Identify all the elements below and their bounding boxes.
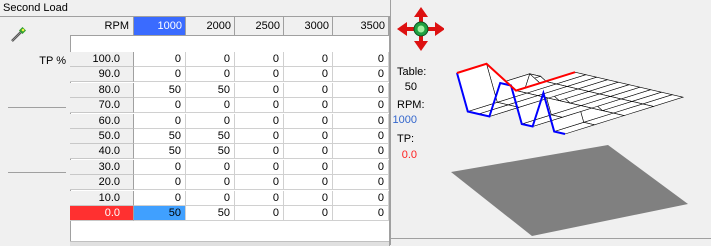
- row-header[interactable]: 80.0: [70, 82, 134, 98]
- table-cell[interactable]: 50: [134, 82, 186, 98]
- row-header[interactable]: 60.0: [70, 113, 134, 129]
- table-cell[interactable]: 50: [134, 206, 186, 221]
- table-cell[interactable]: 50: [134, 129, 186, 144]
- table-cell[interactable]: 0: [134, 52, 186, 67]
- table-cell[interactable]: 0: [333, 175, 389, 191]
- table-cell[interactable]: 0: [284, 113, 333, 129]
- row-header[interactable]: 30.0: [70, 159, 134, 175]
- window-title: Second Load: [3, 2, 68, 14]
- table-cell[interactable]: 0: [186, 159, 235, 175]
- table-side-panel: TP %: [0, 17, 71, 246]
- row-header[interactable]: 50.0: [70, 129, 134, 144]
- table-cell[interactable]: 0: [284, 190, 333, 206]
- divider: [391, 238, 711, 239]
- table-cell[interactable]: 0: [235, 52, 284, 67]
- table-cell[interactable]: 0: [186, 190, 235, 206]
- table-cell[interactable]: 0: [235, 144, 284, 160]
- table-cell[interactable]: 0: [284, 67, 333, 83]
- table-cell[interactable]: 0: [235, 82, 284, 98]
- table-cell[interactable]: 0: [235, 67, 284, 83]
- divider: [8, 172, 66, 173]
- wand-icon[interactable]: [10, 26, 27, 46]
- table-cell[interactable]: 0: [333, 190, 389, 206]
- table-cell[interactable]: 0: [284, 82, 333, 98]
- table-cell[interactable]: 0: [134, 113, 186, 129]
- table-cell[interactable]: 0: [235, 206, 284, 221]
- table-cell[interactable]: 0: [235, 175, 284, 191]
- table-cell[interactable]: 0: [284, 52, 333, 67]
- row-header[interactable]: 100.0: [70, 52, 134, 67]
- 3d-surface-graph[interactable]: [391, 0, 711, 240]
- table-cell[interactable]: 0: [284, 98, 333, 114]
- table-cell[interactable]: 50: [186, 82, 235, 98]
- table-cell[interactable]: 0: [284, 159, 333, 175]
- table-cell[interactable]: 0: [284, 175, 333, 191]
- column-header[interactable]: 3500: [333, 17, 389, 36]
- horizontal-scrollbar[interactable]: [70, 241, 389, 246]
- graph-panel: Table: 50 RPM: 1000 TP: 0.0: [390, 0, 711, 245]
- table-cell[interactable]: 0: [186, 175, 235, 191]
- divider: [8, 107, 66, 108]
- table-cell[interactable]: 50: [186, 129, 235, 144]
- table-cell[interactable]: 0: [333, 159, 389, 175]
- table-cell[interactable]: 50: [134, 144, 186, 160]
- table-cell[interactable]: 0: [333, 129, 389, 144]
- table-cell[interactable]: 0: [235, 98, 284, 114]
- table-cell[interactable]: 0: [186, 52, 235, 67]
- row-header[interactable]: 40.0: [70, 144, 134, 160]
- table-cell[interactable]: 0: [235, 113, 284, 129]
- table-cell[interactable]: 0: [284, 129, 333, 144]
- column-header[interactable]: 3000: [284, 17, 333, 36]
- table-cell[interactable]: 0: [235, 190, 284, 206]
- table-cell[interactable]: 0: [186, 98, 235, 114]
- table-cell[interactable]: 50: [186, 144, 235, 160]
- table-cell[interactable]: 0: [284, 144, 333, 160]
- table-cell[interactable]: 0: [134, 175, 186, 191]
- row-header[interactable]: 0.0: [70, 206, 134, 221]
- table-cell[interactable]: 0: [186, 113, 235, 129]
- table-cell[interactable]: 0: [284, 206, 333, 221]
- table-cell[interactable]: 50: [186, 206, 235, 221]
- row-header[interactable]: 10.0: [70, 190, 134, 206]
- table-cell[interactable]: 0: [333, 206, 389, 221]
- table-cell[interactable]: 0: [333, 98, 389, 114]
- column-header[interactable]: 2500: [235, 17, 284, 36]
- row-header[interactable]: 70.0: [70, 98, 134, 114]
- table-cell[interactable]: 0: [333, 52, 389, 67]
- column-header[interactable]: 1000: [134, 17, 186, 36]
- table-cell[interactable]: 0: [134, 159, 186, 175]
- tp-axis-label: TP %: [39, 55, 66, 67]
- table-cell[interactable]: 0: [134, 67, 186, 83]
- surface-shadow: [451, 145, 688, 236]
- row-header[interactable]: 20.0: [70, 175, 134, 191]
- rpm-axis-label: RPM: [70, 17, 134, 36]
- table-panel: TP % RPM 1000 2000 2500 3000 3500 100.0 0 0 0 0 0 9…: [0, 16, 390, 246]
- table-cell[interactable]: 0: [235, 159, 284, 175]
- table-cell[interactable]: 0: [134, 190, 186, 206]
- table-cell[interactable]: 0: [186, 67, 235, 83]
- column-header[interactable]: 2000: [186, 17, 235, 36]
- table-cell[interactable]: 0: [235, 129, 284, 144]
- row-header[interactable]: 90.0: [70, 67, 134, 83]
- table-cell[interactable]: 0: [134, 98, 186, 114]
